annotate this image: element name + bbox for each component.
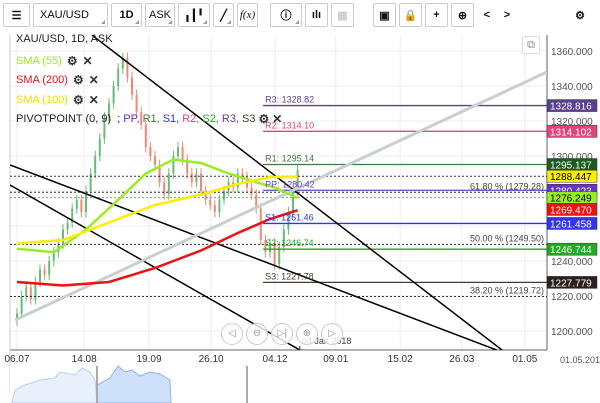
candle-body <box>190 173 193 183</box>
candle-body <box>131 77 133 95</box>
candle-body <box>135 94 138 113</box>
price-label: 1276.249 <box>550 194 592 205</box>
scroll-end-button[interactable]: ▷| <box>271 323 293 345</box>
pivot-r3: R3, <box>221 113 239 125</box>
x-tick-label: 19.09 <box>137 354 162 365</box>
candle-body <box>29 287 32 300</box>
candle-body <box>149 147 152 156</box>
price-label: 1314.102 <box>550 127 592 138</box>
sma200-label: SMA (200) <box>16 74 68 86</box>
candle-body <box>62 229 64 244</box>
x-tick-label: 04.12 <box>263 354 288 365</box>
gear-icon[interactable]: ⚙ <box>73 93 84 107</box>
candle-body <box>144 124 147 148</box>
price-label: 1269.470 <box>550 205 592 216</box>
candle-body <box>52 252 55 261</box>
x-tick-label: 01.05 <box>512 354 537 365</box>
candle-body <box>213 205 216 212</box>
x-tick-label: 06.07 <box>4 354 29 365</box>
price-label: 1261.458 <box>550 219 592 230</box>
legend-sma100: SMA (100) ⚙ ✕ <box>16 93 99 107</box>
pivot-label: R1: 1295.14 <box>265 154 314 164</box>
price-label: 1227.779 <box>550 278 592 289</box>
candle-body <box>177 147 179 156</box>
x-tick-label: 14.08 <box>72 354 97 365</box>
candle-body <box>154 156 156 165</box>
trendline <box>91 35 504 350</box>
price-label: 1295.137 <box>550 161 592 172</box>
candle-body <box>181 147 184 160</box>
legend-pivot: PIVOTPOINT (0, 9) ; PP, R1, S1, R2, S2, … <box>16 112 283 126</box>
fib-label: 50.00 % (1249.50) <box>470 233 544 243</box>
price-label: 1246.744 <box>550 245 592 256</box>
candle-body <box>75 199 78 209</box>
pivot-label: R3: 1328.82 <box>265 95 314 105</box>
sma55-label: SMA (55) <box>16 55 62 67</box>
close-icon[interactable]: ✕ <box>83 54 93 68</box>
pivot-r1: R1, <box>142 113 160 125</box>
legend-sma55: SMA (55) ⚙ ✕ <box>16 54 93 68</box>
candle-body <box>48 261 51 275</box>
fib-label: 38.20 % (1219.72) <box>470 285 544 295</box>
y-tick-label: 1200.000 <box>551 327 593 338</box>
candle-body <box>94 156 97 174</box>
candle-body <box>25 287 28 296</box>
candle-body <box>250 187 253 195</box>
pivot-label: S2: 1246.74 <box>265 238 314 248</box>
sma-line <box>16 175 298 245</box>
x-tick-label: 09.01 <box>323 354 348 365</box>
pivot-s2: S2, <box>202 113 219 125</box>
sma100-label: SMA (100) <box>16 94 68 106</box>
y-tick-label: 1360.000 <box>551 47 593 58</box>
y-tick-label: 1220.000 <box>551 292 593 303</box>
candle-body <box>80 199 83 212</box>
pivot-s1: S1, <box>162 113 180 125</box>
close-icon[interactable]: ✕ <box>89 73 99 87</box>
candle-body <box>20 296 23 314</box>
pivot-label: PIVOTPOINT (0, 9) <box>16 113 112 125</box>
zoom-out-button[interactable]: ⊖ <box>246 323 268 345</box>
gear-icon[interactable]: ⚙ <box>258 112 269 126</box>
candle-body <box>39 269 41 282</box>
gear-icon[interactable]: ⚙ <box>73 73 84 87</box>
legend-sma200: SMA (200) ⚙ ✕ <box>16 73 99 87</box>
candle-body <box>292 191 294 212</box>
candle-body <box>218 199 221 212</box>
pivot-r2: R2, <box>182 113 200 125</box>
y-tick-label: 1340.000 <box>551 82 593 93</box>
candle-body <box>112 86 115 104</box>
legend-title: XAU/USD, 1D, ASK <box>16 33 113 45</box>
price-label: 1328.816 <box>550 102 592 113</box>
candle-body <box>200 173 202 191</box>
x-tick-label: 26.10 <box>199 354 224 365</box>
gear-icon[interactable]: ⚙ <box>67 54 78 68</box>
candle-body <box>98 138 101 156</box>
pivot-pp: PP, <box>123 113 140 125</box>
symbol-title: XAU/USD, 1D, ASK <box>16 33 113 45</box>
x-tick-label: 26.03 <box>449 354 474 365</box>
candle-body <box>117 68 120 86</box>
axis-end-label: 01.05.2018 <box>560 355 600 365</box>
pivot-s3: S3 <box>242 113 256 125</box>
x-tick-label: 15.02 <box>388 354 413 365</box>
y-tick-label: 1240.000 <box>551 257 593 268</box>
scroll-right-button[interactable]: ▷ <box>321 323 343 345</box>
pivot-label: S1: 1261.46 <box>265 212 314 222</box>
pivot-label: S3: 1227.78 <box>265 271 314 281</box>
price-label: 1288.447 <box>550 172 592 183</box>
candle-body <box>167 173 170 195</box>
scroll-left-button[interactable]: ◁ <box>221 323 243 345</box>
close-icon[interactable]: ✕ <box>89 93 99 107</box>
candle-body <box>43 269 46 275</box>
fib-label: 61.80 % (1279.28) <box>470 181 544 191</box>
pivot-label: PP: 1280.42 <box>265 179 315 189</box>
popout-icon[interactable]: ⧉ <box>522 36 540 54</box>
candle-body <box>66 222 69 230</box>
candle-body <box>209 199 212 205</box>
candle-body <box>195 173 198 183</box>
zoom-in-button[interactable]: ⊕ <box>296 323 318 345</box>
close-icon[interactable]: ✕ <box>272 112 282 126</box>
